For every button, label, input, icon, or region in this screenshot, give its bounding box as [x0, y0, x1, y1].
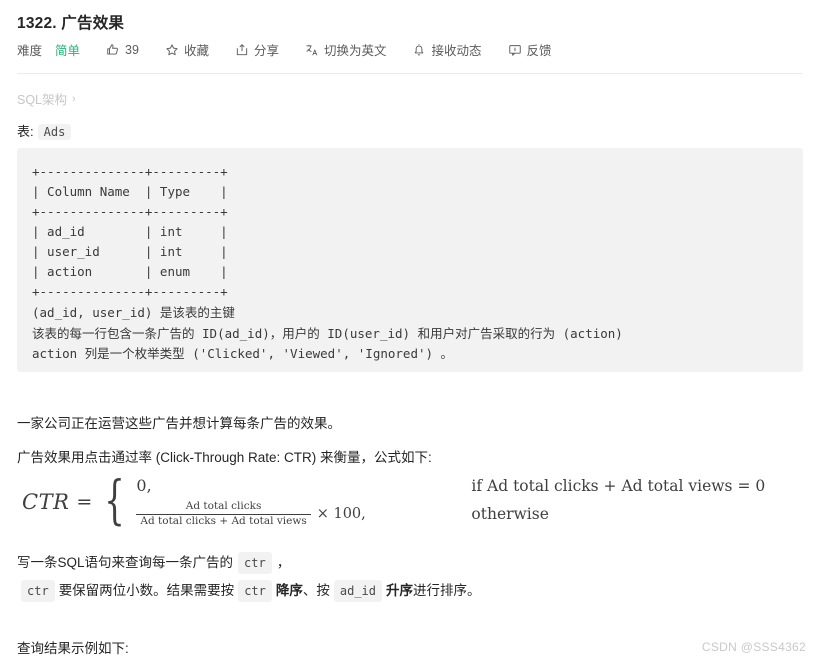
watermark: CSDN @SSS4362 — [701, 640, 806, 654]
order-text-2: 、按 — [302, 583, 330, 598]
ad-id-chip: ad_id — [333, 580, 382, 602]
breadcrumb-label[interactable]: SQL架构 — [17, 89, 67, 108]
bell-icon — [412, 43, 426, 57]
share-button[interactable]: 分享 — [235, 40, 279, 59]
like-count: 39 — [125, 42, 139, 57]
paragraph-write-sql: 写一条SQL语句来查询每一条广告的 ctr ， — [17, 552, 290, 574]
paragraph-ctr-definition: 广告效果用点击通过率 (Click-Through Rate: CTR) 来衡量… — [17, 450, 432, 465]
problem-toolbar: 难度 简单 39 收藏 分享 切换为英文 接收动态 反馈 — [17, 40, 552, 59]
write-sql-prefix: 写一条SQL语句来查询每一条广告的 — [17, 555, 234, 570]
write-sql-suffix: ， — [276, 555, 291, 570]
formula-equals: = — [76, 490, 93, 513]
subscribe-button[interactable]: 接收动态 — [412, 40, 482, 59]
translate-icon — [305, 43, 319, 57]
formula-numerator: Ad total clicks — [185, 500, 262, 512]
schema-notes: (ad_id, user_id) 是该表的主键 该表的每一行包含一条广告的 ID… — [32, 305, 623, 361]
difficulty-indicator: 难度 简单 — [17, 40, 80, 59]
formula-lhs: CTR — [22, 489, 70, 514]
favorite-button[interactable]: 收藏 — [165, 40, 209, 59]
difficulty-label: 难度 — [17, 44, 43, 58]
header-divider — [17, 73, 803, 74]
feedback-button[interactable]: 反馈 — [508, 40, 552, 59]
breadcrumb[interactable]: SQL架构 › — [17, 89, 76, 108]
formula-multiplier: × 100, — [316, 506, 366, 523]
star-icon — [165, 43, 179, 57]
formula-case2-condition: otherwise — [471, 505, 549, 524]
feedback-label: 反馈 — [526, 44, 552, 58]
paragraph-result-example: 查询结果示例如下: — [17, 641, 129, 656]
formula-denominator: Ad total clicks + Ad total views — [136, 513, 311, 528]
order-desc-keyword: 降序 — [275, 583, 303, 598]
order-asc-keyword: 升序 — [386, 583, 413, 598]
order-text-3: 进行排序。 — [413, 583, 481, 598]
formula-case-otherwise: Ad total clicks Ad total clicks + Ad tot… — [136, 500, 765, 528]
translate-button[interactable]: 切换为英文 — [305, 40, 387, 59]
formula-brace: { — [104, 471, 126, 532]
order-text-1: 要保留两位小数。结果需要按 — [58, 583, 235, 598]
table-intro-prefix: 表: — [17, 124, 34, 139]
table-name-chip: Ads — [37, 124, 72, 140]
translate-label: 切换为英文 — [323, 44, 387, 58]
favorite-label: 收藏 — [183, 44, 209, 58]
chevron-right-icon: › — [72, 92, 76, 105]
share-label: 分享 — [253, 44, 279, 58]
problem-page: 1322. 广告效果 难度 简单 39 收藏 分享 切换为英文 接收动态 反馈 … — [0, 0, 820, 663]
subscribe-label: 接收动态 — [431, 44, 482, 58]
formula-case-zero: 0, if Ad total clicks + Ad total views =… — [136, 476, 765, 495]
table-intro: 表: Ads — [17, 121, 72, 140]
paragraph-ordering: ctr 要保留两位小数。结果需要按 ctr 降序 、按 ad_id 升序 进行排序。 — [17, 580, 481, 602]
ctr-chip-3: ctr — [238, 580, 272, 602]
schema-ascii-table: +--------------+---------+ | Column Name… — [32, 164, 228, 299]
page-title: 1322. 广告效果 — [17, 15, 125, 32]
ctr-chip-1: ctr — [238, 552, 272, 574]
ctr-formula: CTR = { 0, if Ad total clicks + Ad total… — [22, 476, 765, 528]
ctr-chip-2: ctr — [21, 580, 55, 602]
thumbs-up-icon — [106, 43, 120, 57]
schema-code-block: +--------------+---------+ | Column Name… — [17, 148, 803, 372]
formula-cases: 0, if Ad total clicks + Ad total views =… — [136, 476, 765, 528]
like-button[interactable]: 39 — [106, 43, 139, 57]
comment-icon — [508, 43, 522, 57]
formula-case1-value: 0, — [136, 476, 152, 495]
formula-case1-condition: if Ad total clicks + Ad total views = 0 — [471, 476, 766, 495]
paragraph-intro: 一家公司正在运营这些广告并想计算每条广告的效果。 — [17, 416, 341, 431]
formula-fraction: Ad total clicks Ad total clicks + Ad tot… — [136, 500, 311, 528]
share-icon — [235, 43, 249, 57]
difficulty-value: 简单 — [55, 44, 81, 58]
